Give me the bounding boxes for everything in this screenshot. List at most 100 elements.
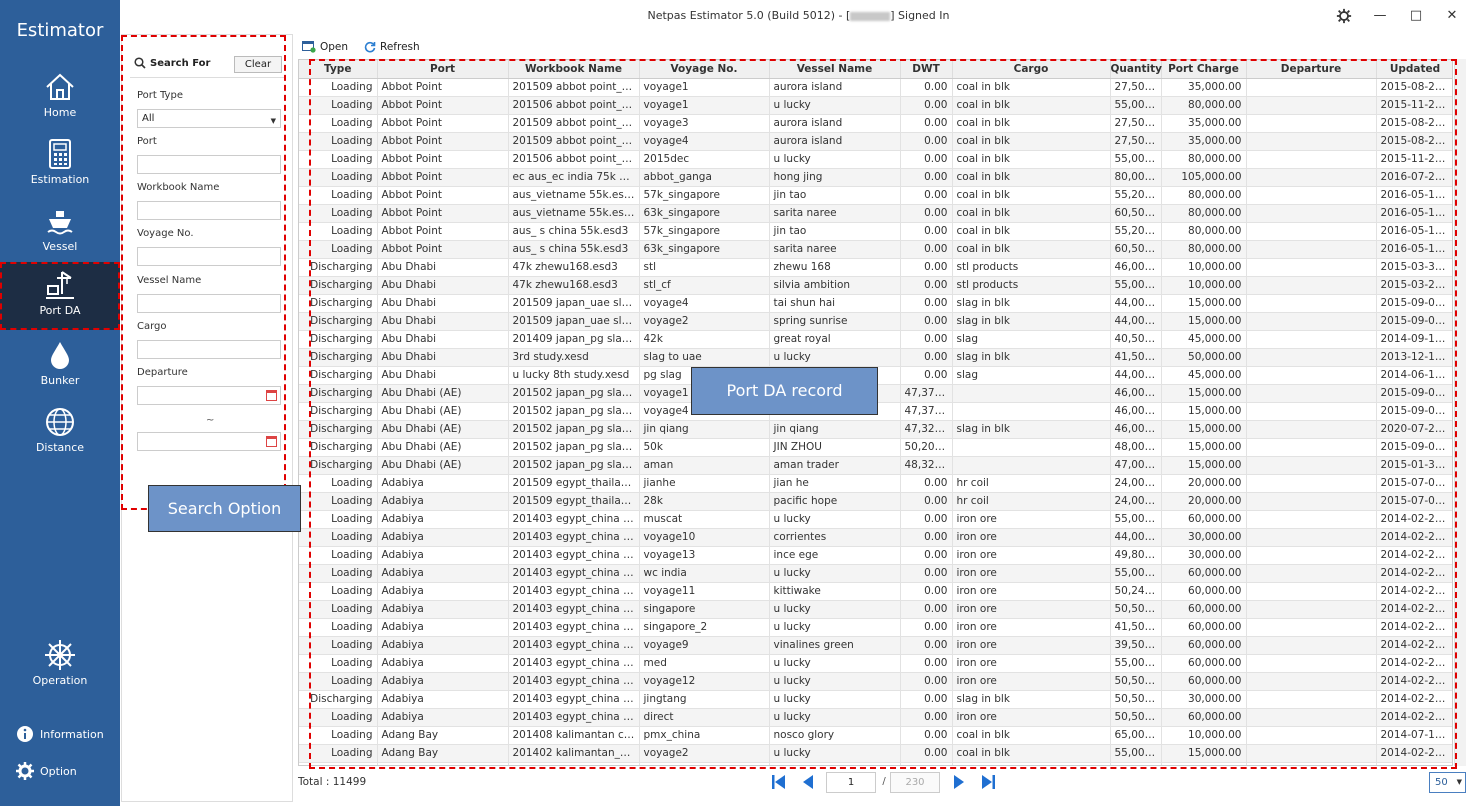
table-row[interactable]: LoadingAdabiya201403 egypt_china iron...… [299, 528, 1452, 547]
table-cell: 50,500.00 [1110, 690, 1162, 709]
table-cell: aurora island [769, 78, 901, 97]
table-row[interactable]: Discharging Adabiya 201403 egypt_china iro… [299, 690, 1452, 709]
refresh-button[interactable]: Refresh [364, 41, 420, 53]
nav-distance[interactable]: Distance [0, 401, 120, 467]
table-row[interactable]: Loading Adang Bay 201408 kalimantan coal..… [299, 726, 1452, 745]
table-cell: kittiwake [769, 582, 901, 601]
table-row[interactable]: Loading Abbot Point ec aus_ec india 75k co… [299, 168, 1452, 187]
table-row[interactable]: Loading Abbot Point 201509 abbot point_ca.… [299, 78, 1452, 97]
table-row[interactable]: LoadingAdabiya201403 egypt_china iron...… [299, 510, 1452, 529]
open-button[interactable]: Open [302, 41, 348, 53]
table-row[interactable]: Loading Abbot Point aus_ s china 55k.esd3 6… [299, 240, 1452, 259]
nav-operation[interactable]: Operation [0, 634, 120, 700]
table-row[interactable]: LoadingAdang Bay201402 kalimantan_s chi.… [299, 744, 1452, 763]
table-cell: 201502 japan_pg slag 4... [508, 402, 640, 421]
table-cell: 15,000.00 [1161, 402, 1247, 421]
minimize-button[interactable]: — [1370, 6, 1390, 26]
nav-port-da[interactable]: Port DA [0, 262, 120, 330]
vertical-scrollbar[interactable] [1454, 59, 1466, 766]
calendar-icon[interactable] [266, 436, 277, 447]
column-header[interactable]: Cargo [952, 60, 1111, 79]
table-row[interactable]: Loading Abbot Point 201506 abbot point_ca.… [299, 150, 1452, 169]
table-row[interactable]: LoadingAdabiya201509 egypt_thailand h...… [299, 492, 1452, 511]
table-row[interactable]: Discharging Abu Dhabi (AE) 201502 japan_pg… [299, 420, 1452, 439]
column-header[interactable]: Port [377, 60, 509, 79]
previous-page-icon[interactable] [799, 773, 817, 791]
column-header[interactable]: Vessel Name [769, 60, 901, 79]
table-cell: 0.00 [900, 96, 953, 115]
table-row[interactable]: Discharging Abu Dhabi 47k zhewu168.esd3 stl… [299, 276, 1452, 295]
vessel-name-input[interactable] [137, 294, 281, 313]
table-row[interactable]: Loading Abbot Point 201509 abbot point_ca.… [299, 132, 1452, 151]
table-cell: iron ore [952, 546, 1111, 565]
column-header[interactable]: Quantity [1110, 60, 1162, 79]
table-row[interactable]: Discharging Abu Dhabi 201409 japan_pg slag… [299, 330, 1452, 349]
table-row[interactable]: LoadingAdang Bay201512 aceh kalimantan..… [299, 762, 1452, 765]
last-page-icon[interactable] [979, 773, 997, 791]
departure-from-input[interactable] [137, 386, 281, 405]
first-page-icon[interactable] [770, 773, 788, 791]
maximize-button[interactable]: □ [1406, 6, 1426, 26]
table-cell [1246, 456, 1377, 475]
nav-bunker[interactable]: Bunker [0, 334, 120, 400]
column-header[interactable]: DWT [900, 60, 953, 79]
table-row[interactable]: Discharging Abu Dhabi 201509 japan_uae sla… [299, 312, 1452, 331]
table-row[interactable]: Loading Abbot Point aus_vietname 55k.esd3 5… [299, 186, 1452, 205]
table-row[interactable]: LoadingAdabiya201403 egypt_china iron...… [299, 708, 1452, 727]
voyage-no-input[interactable] [137, 247, 281, 266]
workbook-name-input[interactable] [137, 201, 281, 220]
table-row[interactable]: LoadingAdabiya201403 egypt_china iron...… [299, 672, 1452, 691]
port-type-select[interactable]: All [137, 109, 281, 130]
column-header[interactable]: Port Charge [1161, 60, 1247, 79]
table-row[interactable]: Discharging Abu Dhabi 47k zhewu168.esd3 stl… [299, 258, 1452, 277]
table-cell: ec aus_ec india 75k coal... [508, 168, 640, 187]
table-cell: jian fu [769, 762, 901, 765]
nav-vessel[interactable]: Vessel [0, 200, 120, 266]
nav-estimation[interactable]: Estimation [0, 133, 120, 199]
close-button[interactable]: ✕ [1442, 6, 1462, 26]
settings-gear-button[interactable] [1334, 6, 1354, 26]
departure-to-input[interactable] [137, 432, 281, 451]
clear-button[interactable]: Clear [234, 56, 282, 73]
calendar-icon[interactable] [266, 390, 277, 401]
cargo-input[interactable] [137, 340, 281, 359]
table-cell: 20,000.00 [1161, 474, 1247, 493]
table-row[interactable]: Loading Abbot Point aus_ s china 55k.esd3 5… [299, 222, 1452, 241]
column-header[interactable]: Type [299, 60, 378, 79]
nav-home[interactable]: Home [0, 66, 120, 132]
table-cell: aus_ s china 55k.esd3 [508, 240, 640, 259]
table-row[interactable]: Discharging Abu Dhabi 201509 japan_uae sla… [299, 294, 1452, 313]
table-cell: indo coal [639, 762, 770, 765]
column-header[interactable]: Updated [1376, 60, 1452, 79]
column-header[interactable]: Workbook Name [508, 60, 640, 79]
page-size-select[interactable]: 50 [1429, 772, 1466, 793]
nav-option[interactable]: Option [16, 760, 77, 782]
table-row[interactable]: LoadingAdabiya201403 egypt_china iron...… [299, 582, 1452, 601]
table-row[interactable]: Loading Abbot Point aus_vietname 55k.esd3 6… [299, 204, 1452, 223]
table-cell: 47k zhewu168.esd3 [508, 258, 640, 277]
table-row[interactable]: LoadingAdabiya201403 egypt_china iron...… [299, 600, 1452, 619]
column-header[interactable]: Departure [1246, 60, 1377, 79]
table-row[interactable]: Discharging Abu Dhabi (AE) 201502 japan_pg… [299, 456, 1452, 475]
total-count: Total : 11499 [298, 776, 367, 788]
table-cell: jianhe [639, 474, 770, 493]
nav-information[interactable]: Information [16, 723, 104, 745]
table-cell: great royal [769, 330, 901, 349]
table-row[interactable]: Loading Abbot Point 201506 abbot point_ca.… [299, 96, 1452, 115]
table-row[interactable]: Discharging Abu Dhabi (AE) 201502 japan_pg… [299, 438, 1452, 457]
current-page-input[interactable]: 1 [826, 772, 876, 793]
table-row[interactable]: LoadingAdabiya201403 egypt_china iron...… [299, 636, 1452, 655]
port-input[interactable] [137, 155, 281, 174]
table-cell: 2015-08-20... [1376, 78, 1452, 97]
table-row[interactable]: LoadingAdabiya201509 egypt_thailand h...… [299, 474, 1452, 493]
table-cell: 201403 egypt_china iron... [508, 618, 640, 637]
column-header[interactable]: Voyage No. [639, 60, 770, 79]
table-row[interactable]: LoadingAdabiya201403 egypt_china iron...… [299, 654, 1452, 673]
search-option-callout: Search Option [148, 485, 301, 532]
table-row[interactable]: LoadingAdabiya201403 egypt_china iron...… [299, 546, 1452, 565]
table-row[interactable]: LoadingAdabiya201403 egypt_china iron...… [299, 618, 1452, 637]
table-row[interactable]: Discharging Abu Dhabi 3rd study.xesd slag t… [299, 348, 1452, 367]
table-row[interactable]: Loading Abbot Point 201509 abbot point_ca.… [299, 114, 1452, 133]
table-row[interactable]: LoadingAdabiya201403 egypt_china iron...… [299, 564, 1452, 583]
next-page-icon[interactable] [950, 773, 968, 791]
